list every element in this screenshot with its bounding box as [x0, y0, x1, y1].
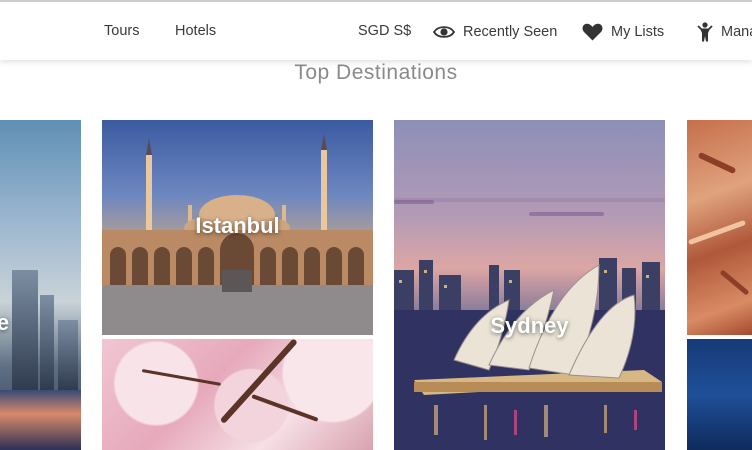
rock-texture [697, 151, 737, 175]
opera-house-image [394, 258, 665, 450]
recently-seen-label: Recently Seen [463, 24, 558, 40]
recently-seen-button[interactable]: Recently Seen [433, 20, 557, 44]
person-icon [697, 22, 713, 42]
destination-card-cherry-blossom[interactable] [102, 339, 373, 450]
my-lists-button[interactable]: My Lists [582, 20, 664, 44]
my-lists-label: My Lists [611, 24, 665, 40]
manage-label: Mana [721, 24, 752, 40]
section-title: Top Destinations [294, 61, 458, 84]
manage-button[interactable]: Mana [697, 20, 752, 44]
waterfront-image [0, 390, 81, 450]
destination-card-istanbul[interactable]: Istanbul [102, 120, 373, 335]
branch-shape [219, 339, 298, 425]
destination-name: e [0, 310, 10, 335]
heart-icon [582, 23, 603, 41]
nav-tours-link[interactable]: Tours [104, 23, 139, 39]
destination-name: Sydney [490, 313, 569, 338]
destination-card-right-partial-lower[interactable] [687, 339, 752, 450]
rock-texture [719, 269, 750, 296]
destination-name: Istanbul [195, 213, 280, 238]
eye-icon [433, 25, 455, 39]
top-navbar: Tours Hotels SGD S$ Recently Seen My Lis… [0, 0, 752, 60]
destination-card-sydney[interactable]: Sydney [394, 120, 665, 450]
branch-shape [141, 369, 222, 386]
nav-hotels-link[interactable]: Hotels [175, 23, 216, 39]
branch-shape [251, 394, 319, 422]
destination-card-right-partial[interactable] [687, 120, 752, 335]
currency-selector[interactable]: SGD S$ [358, 23, 411, 39]
destination-card-left-partial[interactable]: e [0, 120, 81, 450]
rock-texture [687, 219, 747, 246]
